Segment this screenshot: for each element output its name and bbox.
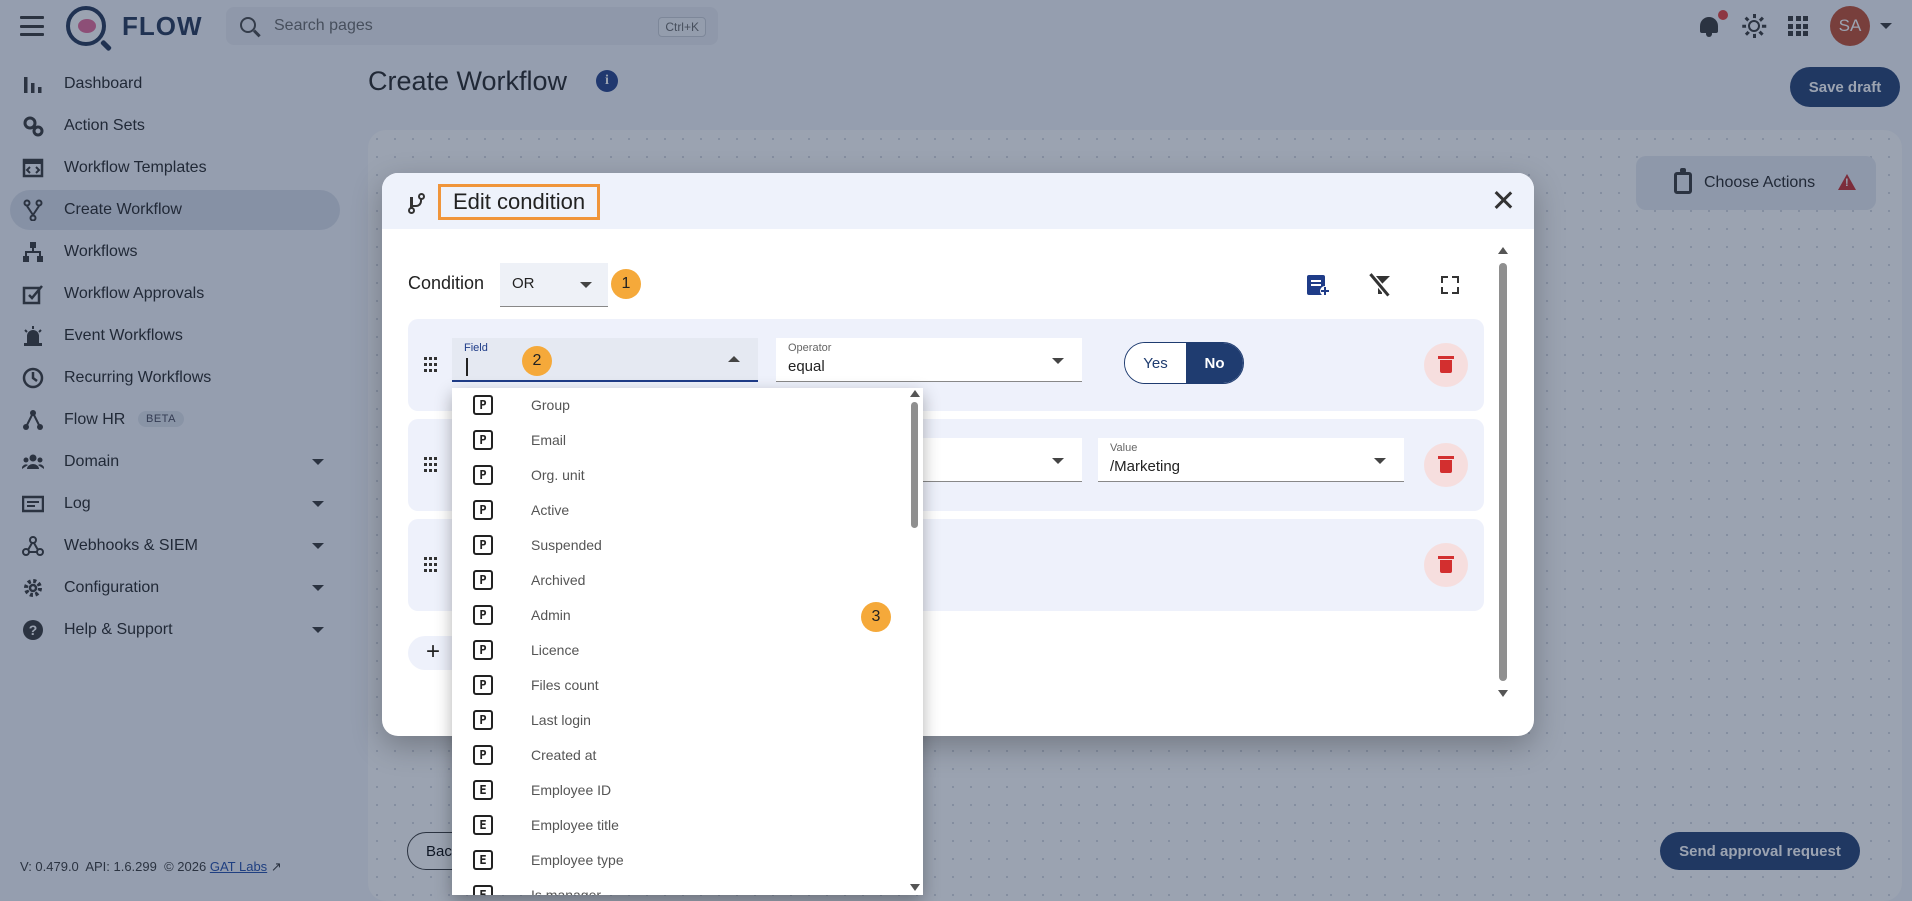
branch-icon xyxy=(408,193,425,214)
list-item[interactable]: P Email xyxy=(452,423,907,458)
clear-filter-icon[interactable] xyxy=(1368,273,1392,297)
list-item[interactable]: P Suspended xyxy=(452,528,907,563)
value-label: Value xyxy=(1110,442,1138,454)
list-item[interactable]: P Admin xyxy=(452,598,907,633)
trash-icon xyxy=(1438,556,1454,573)
delete-rule-button[interactable] xyxy=(1424,443,1468,487)
property-tag-icon: P xyxy=(473,710,493,730)
employee-tag-icon: E xyxy=(473,815,493,835)
fullscreen-icon[interactable] xyxy=(1438,273,1462,297)
list-item[interactable]: E Employee ID xyxy=(452,773,907,808)
list-item-label: Licence xyxy=(531,642,580,658)
trash-icon xyxy=(1438,456,1454,473)
list-item[interactable]: P Files count xyxy=(452,668,907,703)
property-tag-icon: P xyxy=(473,570,493,590)
list-item-label: Is manager xyxy=(531,887,602,895)
list-item-label: Email xyxy=(531,432,567,448)
list-item-label: Employee ID xyxy=(531,782,612,798)
caret-down-icon xyxy=(1052,458,1064,464)
operator-select[interactable]: Operator equal xyxy=(776,338,1082,382)
list-item[interactable]: P Org. unit xyxy=(452,458,907,493)
list-item-label: Employee title xyxy=(531,817,619,833)
list-item[interactable]: E Is manager xyxy=(452,878,907,895)
caret-down-icon xyxy=(1052,358,1064,364)
modal-header: Edit condition xyxy=(382,173,1534,229)
property-tag-icon: P xyxy=(473,535,493,555)
operator-value: equal xyxy=(788,358,825,375)
list-item[interactable]: E Employee type xyxy=(452,843,907,878)
list-item-label: Files count xyxy=(531,677,599,693)
delete-rule-button[interactable] xyxy=(1424,543,1468,587)
list-item-label: Employee type xyxy=(531,852,624,868)
operator-label: Operator xyxy=(788,342,832,354)
drag-handle-icon[interactable] xyxy=(424,457,437,473)
list-item-label: Archived xyxy=(531,572,586,588)
drag-handle-icon[interactable] xyxy=(424,557,437,573)
list-item-label: Last login xyxy=(531,712,591,728)
yes-no-toggle: Yes No xyxy=(1124,342,1244,384)
employee-tag-icon: E xyxy=(473,780,493,800)
value-select[interactable]: Value /Marketing xyxy=(1098,438,1404,482)
property-tag-icon: P xyxy=(473,500,493,520)
property-tag-icon: P xyxy=(473,430,493,450)
property-tag-icon: P xyxy=(473,465,493,485)
employee-tag-icon: E xyxy=(473,885,493,895)
scroll-up-arrow-icon[interactable] xyxy=(910,390,920,397)
close-icon[interactable] xyxy=(1492,189,1514,211)
scroll-up-arrow-icon[interactable] xyxy=(1498,247,1508,254)
text-cursor xyxy=(466,358,468,376)
caret-down-icon xyxy=(1374,458,1386,464)
step-badge-3: 3 xyxy=(861,602,891,632)
toggle-no-button[interactable]: No xyxy=(1185,343,1243,383)
list-item[interactable]: P Group xyxy=(452,388,907,423)
list-item-label: Suspended xyxy=(531,537,602,553)
list-item-label: Group xyxy=(531,397,570,413)
property-tag-icon: P xyxy=(473,640,493,660)
list-item[interactable]: P Licence xyxy=(452,633,907,668)
list-item[interactable]: P Last login xyxy=(452,703,907,738)
condition-operator-value: OR xyxy=(512,275,535,292)
delete-rule-button[interactable] xyxy=(1424,343,1468,387)
employee-tag-icon: E xyxy=(473,850,493,870)
scroll-down-arrow-icon[interactable] xyxy=(910,884,920,891)
scroll-down-arrow-icon[interactable] xyxy=(1498,690,1508,697)
condition-label: Condition xyxy=(408,273,485,293)
modal-title: Edit condition xyxy=(438,184,601,220)
drag-handle-icon[interactable] xyxy=(424,357,437,373)
toggle-yes-button[interactable]: Yes xyxy=(1125,343,1186,383)
field-select[interactable]: Field xyxy=(452,338,758,382)
field-label: Field xyxy=(464,342,488,354)
step-badge-1: 1 xyxy=(611,269,641,299)
step-badge-2: 2 xyxy=(522,346,552,376)
list-item[interactable]: P Active xyxy=(452,493,907,528)
trash-icon xyxy=(1438,356,1454,373)
property-tag-icon: P xyxy=(473,395,493,415)
list-item[interactable]: P Archived xyxy=(452,563,907,598)
property-tag-icon: P xyxy=(473,745,493,765)
property-tag-icon: P xyxy=(473,605,493,625)
add-note-icon[interactable] xyxy=(1306,273,1330,297)
modal-scrollbar-thumb[interactable] xyxy=(1499,263,1507,681)
caret-up-icon xyxy=(728,356,740,362)
list-item-label: Created at xyxy=(531,747,597,763)
caret-down-icon xyxy=(580,282,592,288)
list-item-label: Org. unit xyxy=(531,467,585,483)
field-dropdown-list: P Group P Email P Org. unit P Active P Suspen… xyxy=(452,388,923,895)
list-item-label: Active xyxy=(531,502,570,518)
list-item-label: Admin xyxy=(531,607,571,623)
list-item[interactable]: P Created at xyxy=(452,738,907,773)
dropdown-scrollbar-thumb[interactable] xyxy=(911,402,918,528)
list-item[interactable]: E Employee title xyxy=(452,808,907,843)
value-value: /Marketing xyxy=(1110,458,1181,475)
condition-operator-select[interactable]: OR xyxy=(500,263,608,307)
property-tag-icon: P xyxy=(473,675,493,695)
